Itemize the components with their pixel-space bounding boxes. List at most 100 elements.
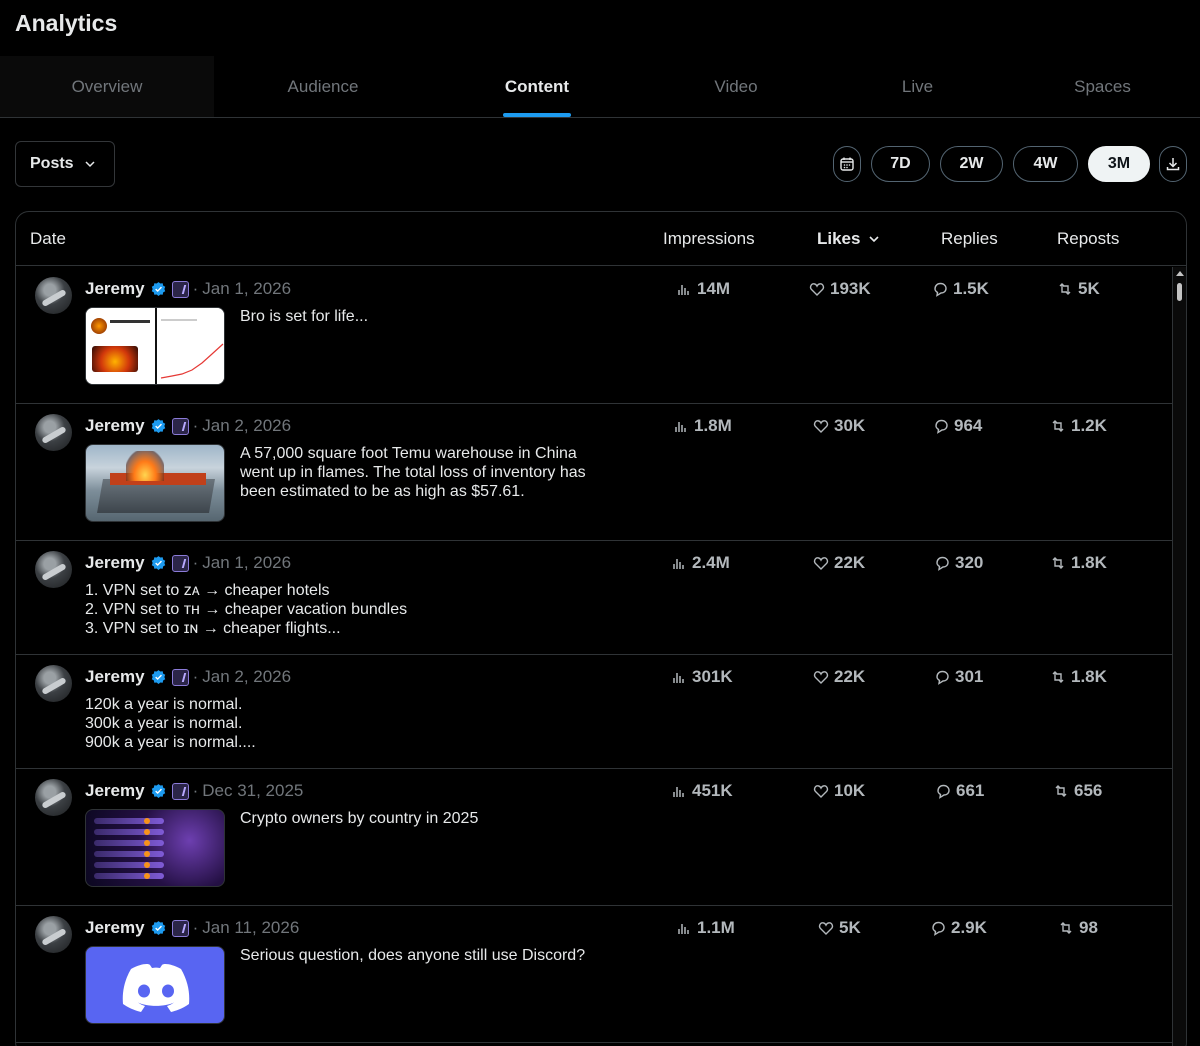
impressions-metric: 1.8M: [673, 416, 732, 436]
post-author: Jeremy · Jan 11, 2026: [85, 918, 299, 938]
post-date: Jan 1, 2026: [202, 553, 292, 572]
post-text[interactable]: Bro is set for life...: [240, 307, 368, 326]
separator-dot: ·: [192, 416, 199, 435]
reposts-metric: 1.8K: [1050, 667, 1107, 687]
table-row[interactable]: Jeremy · Jan 1, 2026 Bro is set for life…: [16, 267, 1173, 404]
header-likes[interactable]: Likes: [817, 229, 880, 249]
repost-icon: [1052, 557, 1064, 569]
affiliate-badge-icon: [171, 668, 189, 686]
tab-audience[interactable]: Audience: [214, 56, 432, 117]
repost-icon: [1052, 671, 1064, 683]
header-impressions[interactable]: Impressions: [663, 229, 755, 249]
heart-icon: [813, 557, 829, 570]
affiliate-badge-icon: [171, 554, 189, 572]
likes-metric: 10K: [813, 781, 865, 801]
calendar-button[interactable]: [833, 146, 861, 182]
verified-badge-icon: [151, 669, 165, 684]
table-row[interactable]: Jeremy · Jan 1, 2026 1. VPN set to ᴢᴀ → …: [16, 541, 1173, 655]
avatar[interactable]: [35, 277, 72, 314]
repost-icon: [1059, 283, 1071, 295]
post-date: Jan 11, 2026: [202, 918, 300, 937]
reply-bubble-icon: [934, 282, 947, 297]
table-row[interactable]: Jeremy · Dec 31, 2025 Crypto owners by c…: [16, 769, 1173, 906]
tab-live[interactable]: Live: [830, 56, 1005, 117]
author-name[interactable]: Jeremy: [85, 781, 145, 801]
verified-badge-icon: [151, 555, 165, 570]
separator-dot: ·: [192, 279, 199, 298]
impressions-metric: 2.4M: [671, 553, 730, 573]
post-author: Jeremy · Dec 31, 2025: [85, 781, 303, 801]
post-author: Jeremy · Jan 1, 2026: [85, 279, 291, 299]
avatar[interactable]: [35, 551, 72, 588]
heart-icon: [813, 671, 829, 684]
header-date[interactable]: Date: [30, 229, 66, 249]
avatar[interactable]: [35, 779, 72, 816]
reposts-metric: 1.2K: [1050, 416, 1107, 436]
scrollbar-thumb[interactable]: [1177, 283, 1182, 301]
header-replies[interactable]: Replies: [941, 229, 998, 249]
post-date: Jan 1, 2026: [202, 279, 292, 298]
header-reposts[interactable]: Reposts: [1057, 229, 1119, 249]
active-tab-indicator: [503, 113, 571, 117]
heart-icon: [813, 420, 829, 433]
likes-metric: 193K: [809, 279, 871, 299]
table-row[interactable]: Jeremy · Jan 2, 2026 A 57,000 square foo…: [16, 404, 1173, 541]
post-date: Jan 2, 2026: [202, 416, 292, 435]
avatar[interactable]: [35, 916, 72, 953]
author-name[interactable]: Jeremy: [85, 416, 145, 436]
author-name[interactable]: Jeremy: [85, 918, 145, 938]
post-date: Dec 31, 2025: [202, 781, 304, 800]
separator-dot: ·: [192, 781, 199, 800]
author-name[interactable]: Jeremy: [85, 553, 145, 573]
affiliate-badge-icon: [171, 782, 189, 800]
download-icon: [1166, 158, 1180, 171]
replies-metric: 661: [935, 781, 984, 801]
heart-icon: [809, 283, 825, 296]
avatar[interactable]: [35, 414, 72, 451]
post-text[interactable]: Crypto owners by country in 2025: [240, 809, 478, 828]
range-2w-button[interactable]: 2W: [940, 146, 1003, 182]
analytics-tabs: Overview Audience Content Video Live Spa…: [0, 56, 1200, 118]
post-text[interactable]: Serious question, does anyone still use …: [240, 946, 585, 965]
sort-chevron-down-icon: [869, 236, 880, 243]
avatar[interactable]: [35, 665, 72, 702]
table-row[interactable]: Jeremy · Jan 2, 2026 120k a year is norm…: [16, 655, 1173, 769]
heart-icon: [818, 922, 834, 935]
post-media-thumbnail[interactable]: [85, 809, 225, 887]
post-media-thumbnail[interactable]: [85, 307, 225, 385]
range-7d-button[interactable]: 7D: [871, 146, 930, 182]
page-title: Analytics: [15, 10, 118, 36]
reposts-metric: 5K: [1057, 279, 1100, 299]
tab-video[interactable]: Video: [642, 56, 830, 117]
tab-overview[interactable]: Overview: [0, 56, 214, 117]
impressions-metric: 14M: [676, 279, 730, 299]
download-button[interactable]: [1159, 146, 1187, 182]
range-4w-button[interactable]: 4W: [1013, 146, 1078, 182]
likes-metric: 5K: [818, 918, 861, 938]
content-type-dropdown[interactable]: Posts: [15, 141, 115, 187]
tab-content[interactable]: Content: [432, 56, 642, 117]
post-text[interactable]: 1. VPN set to ᴢᴀ → cheaper hotels 2. VPN…: [85, 581, 407, 638]
replies-metric: 1.5K: [932, 279, 989, 299]
author-name[interactable]: Jeremy: [85, 279, 145, 299]
post-text[interactable]: 120k a year is normal. 300k a year is no…: [85, 695, 256, 752]
impressions-icon: [673, 787, 684, 797]
table-row[interactable]: Jeremy · Jan 11, 2026 Serious question, …: [16, 906, 1173, 1043]
post-author: Jeremy · Jan 1, 2026: [85, 553, 291, 573]
post-text[interactable]: A 57,000 square foot Temu warehouse in C…: [240, 444, 586, 501]
tab-spaces[interactable]: Spaces: [1005, 56, 1200, 117]
reposts-metric: 656: [1053, 781, 1102, 801]
repost-icon: [1052, 420, 1064, 432]
post-media-thumbnail[interactable]: [85, 444, 225, 522]
heart-icon: [813, 785, 829, 798]
verified-badge-icon: [151, 783, 165, 798]
vertical-scrollbar[interactable]: [1172, 267, 1186, 1046]
discord-logo-icon: [122, 964, 190, 1012]
post-media-thumbnail[interactable]: [85, 946, 225, 1024]
reposts-metric: 98: [1058, 918, 1098, 938]
range-3m-button[interactable]: 3M: [1088, 146, 1150, 182]
scroll-up-arrow-icon[interactable]: [1176, 271, 1184, 276]
author-name[interactable]: Jeremy: [85, 667, 145, 687]
separator-dot: ·: [192, 667, 199, 686]
verified-badge-icon: [151, 920, 165, 935]
